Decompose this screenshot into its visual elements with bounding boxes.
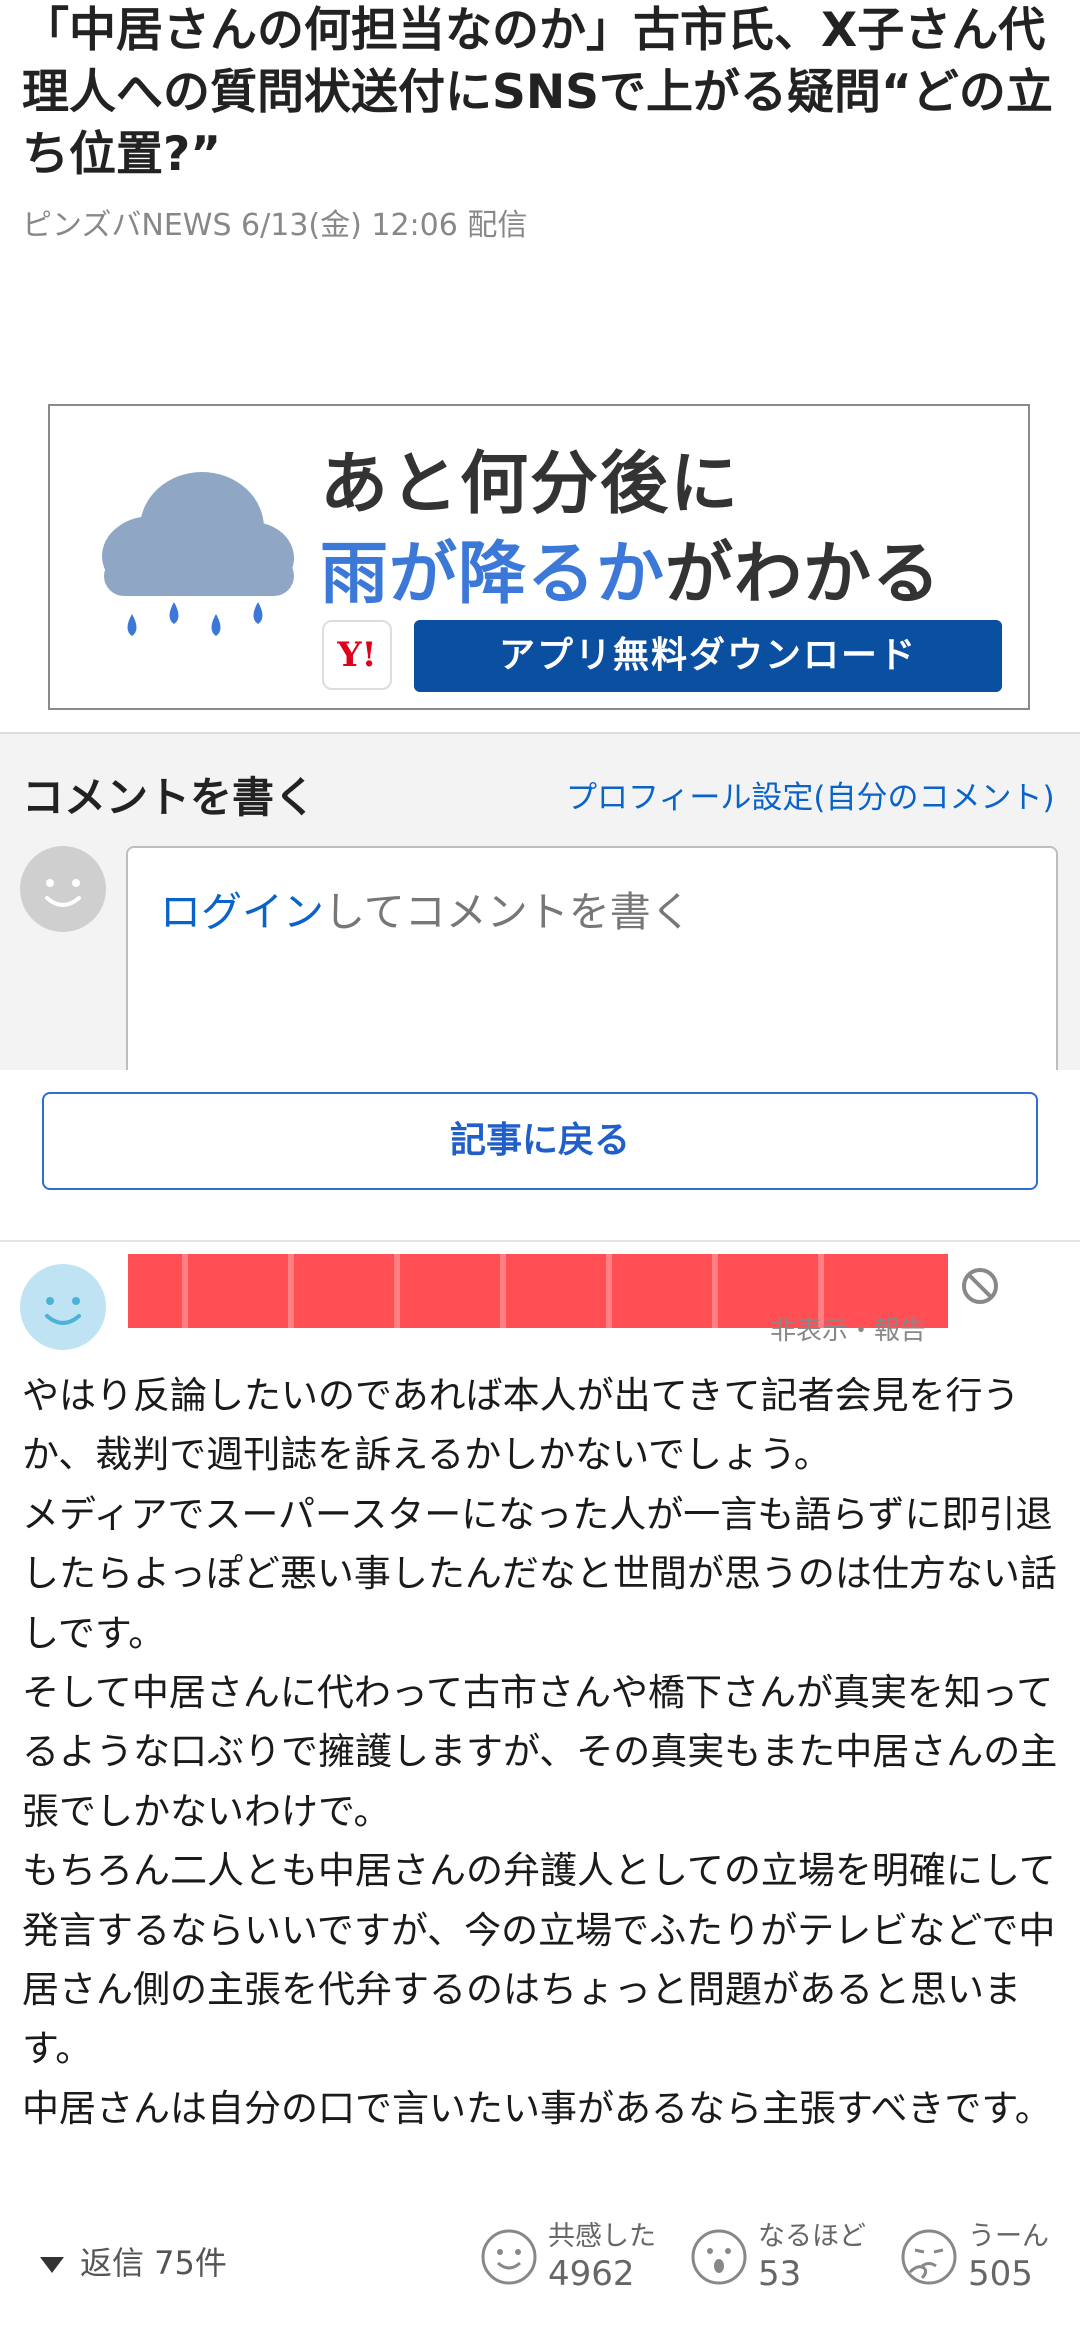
reaction-count: 505 bbox=[968, 2254, 1033, 2294]
reaction-count: 4962 bbox=[548, 2254, 635, 2294]
article-meta[interactable]: ピンズバNEWS 6/13(金) 12:06 配信 bbox=[22, 200, 527, 244]
login-link[interactable]: ログイン bbox=[160, 888, 324, 936]
surprised-face-icon bbox=[691, 2229, 747, 2285]
article-title: 「中居さんの何担当なのか」古市氏、X子さん代理人への質問状送付にSNSで上がる疑… bbox=[22, 3, 1053, 182]
ad-headline: あと何分後に bbox=[320, 445, 741, 524]
reaction-count: 53 bbox=[758, 2254, 802, 2294]
commenter-avatar[interactable] bbox=[20, 1264, 106, 1350]
ad-subheadline: 雨が降るかがわかる bbox=[320, 518, 941, 617]
replies-count: 返信 75件 bbox=[80, 2244, 227, 2282]
back-to-article-button[interactable]: 記事に戻る bbox=[42, 1092, 1038, 1190]
reaction-label: 共感した bbox=[548, 2221, 656, 2252]
yahoo-logo: Y! bbox=[322, 620, 392, 690]
divider bbox=[0, 1240, 1080, 1242]
triangle-down-icon bbox=[40, 2257, 64, 2273]
reaction-label: なるほど bbox=[758, 2221, 866, 2252]
default-face-icon bbox=[45, 879, 81, 907]
replies-toggle[interactable]: 返信 75件 bbox=[40, 2238, 227, 2284]
comment-paragraph: メディアでスーパースターになった人が一言も語らずに即引退したらよっぽど悪い事した… bbox=[22, 1492, 1057, 1655]
comment-paragraph: やはり反論したいのであれば本人が出てきて記者会見を行うか、裁判で週刊誌を訴えるか… bbox=[22, 1374, 1020, 1477]
comment-input-placeholder: してコメントを書く bbox=[324, 888, 692, 936]
rain-cloud-icon bbox=[102, 472, 294, 636]
user-avatar bbox=[20, 846, 106, 932]
comment-form-title: コメントを書く bbox=[22, 773, 317, 822]
comment-text: やはり反論したいのであれば本人が出てきて記者会見を行うか、裁判で週刊誌を訴えるか… bbox=[22, 1366, 1062, 2138]
block-icon[interactable] bbox=[960, 1266, 1000, 1306]
profile-settings-link[interactable]: プロフィール設定(自分のコメント) bbox=[566, 772, 1055, 817]
comment-paragraph: もちろん二人とも中居さんの弁護人としての立場を明確にして発言するならいいですが、… bbox=[22, 1849, 1056, 2071]
reaction-label: うーん bbox=[968, 2221, 1049, 2252]
ad-highlight-text: 雨が降るか bbox=[320, 535, 666, 614]
ad-banner[interactable]: あと何分後に 雨が降るかがわかる Y! アプリ無料ダウンロード bbox=[48, 404, 1030, 710]
hide-report-link[interactable]: 非表示・報告 bbox=[770, 1310, 926, 1347]
comment-paragraph: そして中居さんに代わって古市さんや橋下さんが真実を知ってるような口ぶりで擁護しま… bbox=[22, 1671, 1058, 1833]
commenter-face-icon bbox=[45, 1297, 81, 1325]
comment-input[interactable]: ログインしてコメントを書く bbox=[126, 846, 1058, 1086]
ad-rest-text: がわかる bbox=[665, 535, 942, 614]
comment-paragraph: 中居さんは自分の口で言いたい事があるなら主張すべきです。 bbox=[22, 2086, 1052, 2130]
thinking-face-icon bbox=[901, 2229, 957, 2285]
smile-face-icon bbox=[481, 2229, 537, 2285]
ad-download-button[interactable]: アプリ無料ダウンロード bbox=[414, 620, 1002, 692]
